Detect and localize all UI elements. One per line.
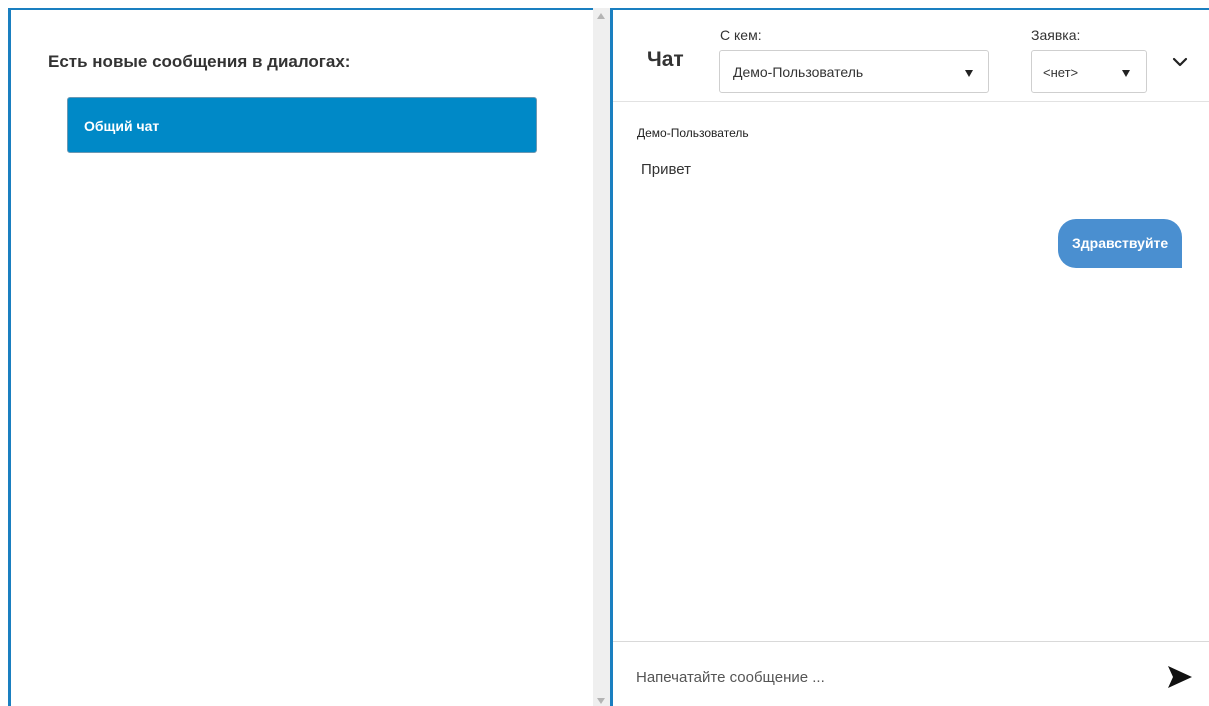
chat-title: Чат	[647, 48, 684, 71]
message-input[interactable]	[636, 663, 1136, 691]
send-icon[interactable]	[1165, 662, 1195, 692]
ticket-select[interactable]: <нет>	[1031, 50, 1147, 93]
ticket-label: Заявка:	[1031, 27, 1081, 43]
ticket-value: <нет>	[1043, 65, 1079, 80]
panel-left-border	[8, 8, 11, 706]
outgoing-message-bubble: Здравствуйте	[1058, 219, 1183, 268]
dialogs-panel: Есть новые сообщения в диалогах: Общий ч…	[0, 0, 593, 706]
scroll-up-arrow-icon[interactable]	[597, 13, 605, 19]
scroll-down-arrow-icon[interactable]	[597, 698, 605, 704]
with-whom-value: Демо-Пользователь	[733, 64, 864, 80]
chat-left-border	[610, 8, 613, 706]
chat-top-border	[610, 8, 1209, 10]
chat-panel: Чат С кем: Демо-Пользователь Заявка: <не…	[610, 8, 1209, 706]
chevron-down-icon[interactable]	[1170, 52, 1190, 72]
message-sender: Демо-Пользователь	[637, 126, 749, 140]
dropdown-arrow-icon	[1122, 70, 1130, 77]
dropdown-arrow-icon	[965, 70, 973, 77]
header-divider	[613, 101, 1209, 102]
scrollbar[interactable]	[593, 8, 610, 706]
with-whom-select[interactable]: Демо-Пользователь	[719, 50, 989, 93]
input-divider	[613, 641, 1209, 642]
incoming-message: Привет	[641, 161, 692, 178]
panel-top-border	[8, 8, 593, 10]
with-whom-label: С кем:	[720, 27, 762, 43]
dialog-item-general-chat[interactable]: Общий чат	[67, 97, 537, 153]
new-messages-heading: Есть новые сообщения в диалогах:	[48, 52, 351, 71]
